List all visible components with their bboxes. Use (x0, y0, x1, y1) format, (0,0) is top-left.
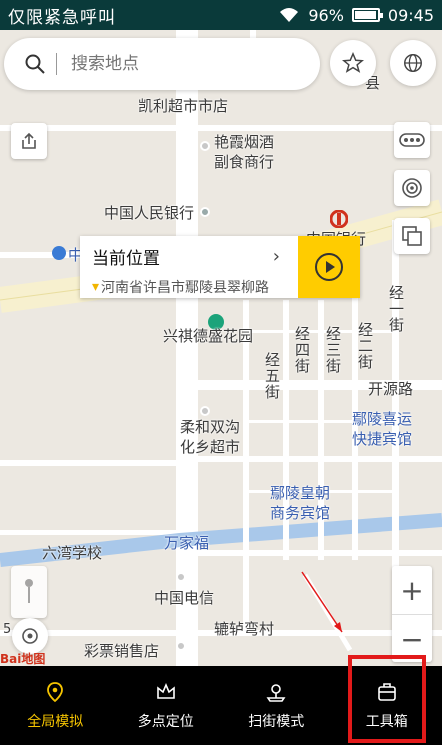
poi-label[interactable]: 鄢陵皇朝 (270, 482, 330, 503)
street-label: 经四街 (293, 326, 311, 374)
annotation-highlight-box (348, 655, 426, 743)
share-button[interactable] (11, 123, 47, 159)
location-title: 当前位置 (92, 249, 160, 269)
baidu-logo: Bai地图 (0, 652, 46, 666)
search-icon (25, 54, 45, 74)
panorama-button[interactable] (394, 170, 430, 206)
globe-button[interactable] (390, 40, 436, 86)
locate-button[interactable] (12, 618, 48, 654)
poi-label[interactable]: 柔和双沟 (180, 416, 240, 437)
tab-label: 多点定位 (137, 713, 194, 730)
zoom-control[interactable]: + − (392, 566, 432, 662)
street-label: 开源路 (368, 380, 414, 398)
location-address: 河南省许昌市鄢陵县翠柳路 (101, 280, 270, 296)
bank-icon (200, 207, 210, 217)
tab-multi-location[interactable]: 多点定位 (111, 666, 222, 745)
wifi-icon (280, 8, 299, 22)
poi-label[interactable]: 兴祺德盛花园 (163, 325, 253, 346)
poi-label[interactable]: 凯利超市市店 (138, 95, 228, 116)
poi-label: 辘轳弯村 (214, 620, 275, 638)
search-bar[interactable] (4, 38, 320, 90)
play-button[interactable] (298, 236, 360, 298)
battery-icon (351, 8, 383, 22)
tab-label: 扫街模式 (248, 713, 305, 730)
poi-label[interactable]: 万家福 (164, 532, 209, 553)
street-label: 经一街 (387, 285, 405, 333)
bank-logo-icon (330, 210, 348, 228)
status-time: 09:45 (387, 5, 434, 25)
globe-icon (404, 54, 422, 72)
tab-global-simulate[interactable]: 全局模拟 (0, 666, 111, 745)
poi-label[interactable]: 快捷宾馆 (352, 428, 412, 449)
crosshair-icon (22, 628, 38, 644)
zoom-in-button[interactable]: + (392, 566, 432, 615)
chevron-right-icon[interactable]: › (273, 246, 280, 267)
star-icon (342, 52, 364, 73)
layers-button[interactable] (394, 218, 430, 254)
street-label: 经五街 (263, 352, 281, 400)
poi-label[interactable]: 六湾学校 (42, 542, 102, 563)
status-title: 仅限紧急呼叫 (8, 7, 116, 28)
pegman-icon (25, 579, 33, 603)
street-view-button[interactable] (11, 566, 47, 618)
annotation-arrow (301, 571, 343, 633)
play-icon (315, 253, 343, 281)
poi-label[interactable]: 艳霞烟酒 (214, 131, 274, 152)
tab-label: 全局模拟 (27, 713, 84, 730)
poi-dot (200, 406, 210, 416)
search-divider (56, 53, 57, 75)
tab-street-scan[interactable]: 扫街模式 (221, 666, 332, 745)
scale-label: 5 (3, 622, 12, 637)
location-pin-icon (47, 681, 64, 702)
search-input[interactable] (69, 53, 293, 75)
favorite-button[interactable] (330, 40, 376, 86)
poi-label[interactable]: 化乡超市 (180, 436, 240, 457)
poi-label[interactable]: 商务宾馆 (270, 502, 330, 523)
location-card[interactable]: 当前位置 › ▾ 河南省许昌市鄢陵县翠柳路 (80, 236, 360, 298)
layers-icon (402, 226, 422, 246)
poi-label[interactable]: 彩票销售店 (84, 640, 159, 661)
panorama-icon (402, 178, 422, 198)
poi-label[interactable]: 副食商行 (214, 151, 274, 172)
map-pin-icon (266, 683, 286, 702)
traffic-icon (399, 133, 425, 147)
street-label: 经二街 (356, 322, 374, 370)
share-icon (22, 132, 36, 149)
status-bar: 仅限紧急呼叫 96% 09:45 (0, 0, 442, 30)
map-view[interactable]: 凯利超市市店 县 艳霞烟酒 副食商行 中国人民银行 中国银行 中 兴祺德盛花园 … (0, 30, 442, 666)
pin-icon: ▾ (92, 279, 100, 295)
battery-percent: 96% (308, 5, 344, 25)
poi-label[interactable]: 中国人民银行 (104, 202, 194, 223)
street-label: 经三街 (324, 326, 342, 374)
poi-dot (176, 641, 186, 651)
poi-label[interactable]: 中国电信 (154, 587, 214, 608)
poi-label[interactable]: 鄢陵喜运 (352, 408, 412, 429)
crown-icon (156, 682, 175, 699)
poi-dot (200, 141, 210, 151)
poi-dot (176, 572, 186, 582)
gas-station-icon (52, 246, 66, 260)
traffic-button[interactable] (394, 122, 430, 158)
